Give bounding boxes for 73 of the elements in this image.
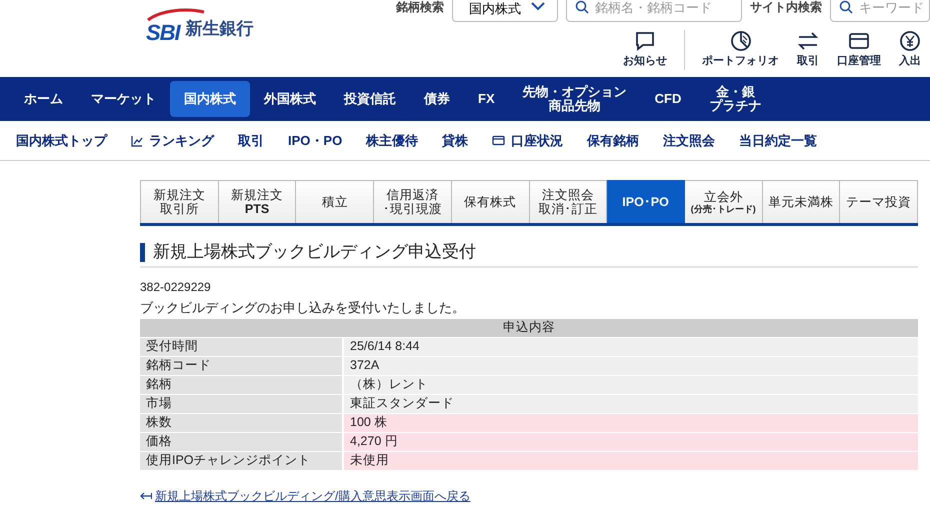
receipt-number: 382-0229229 [140, 280, 212, 295]
yen-coin-icon [899, 30, 921, 52]
table-value: 25/6/14 8:44 [344, 338, 918, 356]
nav-tab[interactable]: ホーム [10, 81, 77, 117]
sub-nav-link[interactable]: IPO・PO [288, 132, 342, 148]
utility-button[interactable]: 口座管理 [828, 30, 890, 68]
tab[interactable]: 新規注文 取引所 [140, 180, 219, 223]
sub-nav-link[interactable]: 国内株式トップ [16, 132, 107, 148]
tab[interactable]: 単元未満株 [762, 180, 840, 223]
tab[interactable]: テーマ投資 [840, 180, 918, 223]
table-label: 価格 [140, 432, 344, 451]
tab[interactable]: IPO･PO [607, 180, 685, 223]
search-icon [575, 0, 589, 14]
title-marker [140, 242, 145, 262]
table-value: 4,270 円 [344, 432, 918, 451]
search-field[interactable]: キーワード [830, 0, 930, 22]
nav-tab[interactable]: 金・銀 プラチナ [695, 81, 776, 117]
back-link[interactable]: 新規上場株式ブックビルディング/購入意思表示画面へ戻る [155, 488, 470, 504]
nav-tab[interactable]: 国内株式 [170, 81, 250, 117]
chart-icon [131, 134, 143, 146]
nav-tab[interactable]: FX [464, 81, 509, 117]
table-label: 株数 [140, 414, 344, 432]
sub-nav-link[interactable]: 注文照会 [663, 132, 716, 148]
tab[interactable]: 保有株式 [452, 180, 530, 223]
sub-nav-link[interactable]: 株主優待 [366, 132, 418, 148]
chevron-down-icon [531, 1, 545, 11]
back-arrow-icon [140, 492, 152, 500]
nav-tab[interactable]: 債券 [410, 81, 464, 117]
pie-chart-icon [730, 30, 752, 52]
sub-nav-link[interactable]: ランキング [131, 132, 214, 148]
swap-arrows-icon [797, 30, 819, 52]
table-value: 372A [344, 356, 918, 375]
page-title: 新規上場株式ブックビルディング申込受付 [153, 242, 476, 262]
sub-nav-link[interactable]: 当日約定一覧 [739, 132, 818, 148]
table-value: 未使用 [344, 452, 918, 470]
tab[interactable]: 信用返済 ･現引現渡 [374, 180, 452, 223]
search-field[interactable]: 銘柄名・銘柄コード [566, 0, 742, 22]
chat-icon [634, 30, 656, 52]
table-label: 銘柄コード [140, 356, 344, 375]
bank-name: 新生銀行 [186, 19, 254, 40]
search-label: サイト内検索 [750, 0, 822, 14]
logo-text: SBI [146, 20, 180, 45]
utility-button[interactable]: お知らせ [614, 30, 676, 68]
tab[interactable]: 積立 [296, 180, 374, 223]
nav-tab[interactable]: 外国株式 [250, 81, 330, 117]
sub-nav-link[interactable]: 貸株 [442, 132, 468, 148]
table-caption: 申込内容 [140, 318, 918, 337]
search-label: 銘柄検索 [396, 0, 444, 14]
utility-button[interactable]: ポートフォリオ [693, 30, 788, 68]
nav-tab[interactable]: 投資信託 [330, 81, 410, 117]
nav-tab[interactable]: マーケット [77, 81, 170, 117]
table-label: 受付時間 [140, 338, 344, 356]
sub-nav-link[interactable]: 口座状況 [492, 132, 564, 148]
nav-tab[interactable]: CFD [640, 81, 696, 117]
table-label: 市場 [140, 394, 344, 413]
card-icon [848, 30, 870, 52]
sub-nav-link[interactable]: 取引 [238, 132, 264, 148]
table-label: 使用IPOチャレンジポイント [140, 452, 344, 470]
utility-button[interactable]: 取引 [788, 30, 828, 68]
nav-tab[interactable]: 先物・オプション 商品先物 [508, 81, 641, 117]
table-value: 100 株 [344, 414, 918, 432]
tab[interactable]: 新規注文 PTS [218, 180, 296, 223]
search-icon [839, 0, 853, 14]
utility-button[interactable]: 入出 [890, 30, 930, 68]
tab[interactable]: 注文照会 取消･訂正 [530, 180, 608, 223]
table-value: （株）レント [344, 376, 918, 394]
table-label: 銘柄 [140, 376, 344, 394]
market-dropdown[interactable]: 国内株式 [452, 0, 558, 22]
sub-nav-link[interactable]: 保有銘柄 [587, 132, 640, 148]
confirmation-message: ブックビルディングのお申し込みを受付いたしました。 [140, 300, 466, 317]
table-value: 東証スタンダード [344, 394, 918, 413]
tab[interactable]: 立会外 (分売･トレード) [684, 180, 763, 223]
card-icon [492, 135, 506, 146]
